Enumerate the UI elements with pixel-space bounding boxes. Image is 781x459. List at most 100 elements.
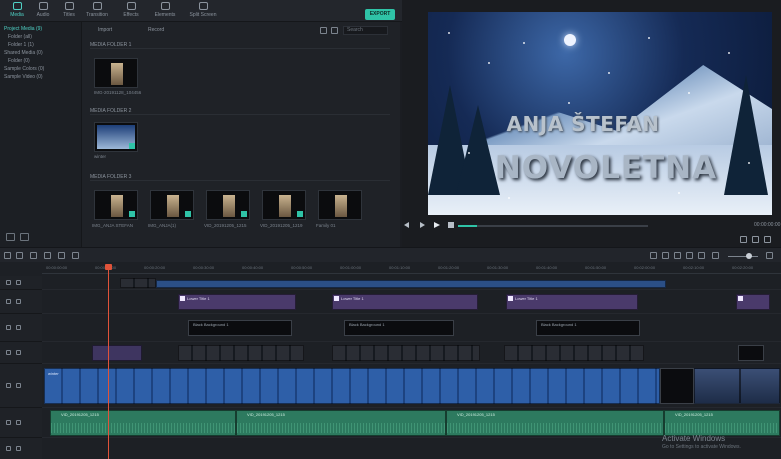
speaker-icon[interactable]: [16, 445, 21, 451]
filter-icon[interactable]: [320, 27, 327, 34]
timeline-clip[interactable]: [504, 345, 644, 361]
tab-effects[interactable]: Effects: [116, 2, 146, 21]
sidebar-item-sample-video[interactable]: Sample Video (0): [4, 74, 80, 81]
skip-back-icon[interactable]: [404, 222, 409, 228]
title-icon: [180, 296, 185, 301]
title-icon: [334, 296, 339, 301]
video-clip[interactable]: winter: [44, 368, 660, 404]
media-thumbnail[interactable]: [94, 122, 138, 152]
eye-icon[interactable]: [16, 349, 21, 355]
lock-icon[interactable]: [6, 382, 11, 388]
video-clip[interactable]: [740, 368, 780, 404]
time-ruler[interactable]: 00:00:00:0000:00:10:0000:00:20:0000:00:3…: [42, 264, 781, 274]
lock-icon[interactable]: [6, 349, 11, 355]
microphone-icon[interactable]: [686, 252, 693, 259]
lock-icon[interactable]: [6, 419, 11, 425]
crop-icon[interactable]: [58, 252, 65, 259]
delete-folder-icon[interactable]: [20, 233, 29, 241]
tab-elements[interactable]: Elements: [150, 2, 180, 21]
media-thumbnail[interactable]: [206, 190, 250, 220]
media-thumbnail[interactable]: [262, 190, 306, 220]
track-header: [0, 342, 42, 364]
audio-clip[interactable]: VID_20191205_1215: [446, 410, 664, 436]
render-icon[interactable]: [650, 252, 657, 259]
undo-icon[interactable]: [4, 252, 11, 259]
preview-viewer[interactable]: ANJA ŠTEFAN NOVOLETNA: [428, 12, 772, 215]
sidebar-item-folder-all[interactable]: Folder (all): [8, 34, 84, 41]
timeline-clip[interactable]: [92, 345, 142, 361]
volume-icon[interactable]: [752, 236, 759, 243]
timeline-clip[interactable]: [120, 278, 156, 288]
eye-icon[interactable]: [16, 324, 21, 330]
lock-icon[interactable]: [6, 324, 11, 330]
folder-header[interactable]: MEDIA FOLDER 3: [90, 174, 390, 181]
timeline-clip[interactable]: [332, 345, 480, 361]
lock-icon[interactable]: [6, 445, 11, 451]
black-background-clip[interactable]: Black Background 1: [188, 320, 292, 336]
zoom-out-icon[interactable]: [712, 252, 719, 259]
audio-clip[interactable]: VID_20191205_1215: [664, 410, 780, 436]
playback-scrubber[interactable]: [458, 225, 648, 227]
media-thumbnail[interactable]: [94, 58, 138, 88]
sidebar-item-sample-colors[interactable]: Sample Colors (0): [4, 66, 80, 73]
shield-icon[interactable]: [674, 252, 681, 259]
folder-header[interactable]: MEDIA FOLDER 2: [90, 108, 390, 115]
sidebar-item-folder-1[interactable]: Folder 1 (1): [8, 42, 84, 49]
timeline-clip[interactable]: [156, 280, 666, 288]
add-folder-icon[interactable]: [6, 233, 15, 241]
tab-titles[interactable]: Titles: [54, 2, 84, 21]
zoom-slider[interactable]: [728, 256, 758, 257]
cut-icon[interactable]: [44, 252, 51, 259]
library-toolbar: Import Record Search: [86, 26, 396, 36]
sidebar-item-folder[interactable]: Folder (0): [8, 58, 84, 65]
title-clip[interactable]: Lower Title 1: [506, 294, 638, 310]
sidebar-item-project-media[interactable]: Project Media (9): [4, 26, 80, 33]
play-icon[interactable]: [434, 222, 440, 228]
timeline-clip[interactable]: [178, 345, 304, 361]
import-dropdown[interactable]: Import: [98, 26, 112, 35]
folder-header[interactable]: MEDIA FOLDER 1: [90, 42, 390, 49]
check-icon: [129, 143, 135, 149]
marker-icon[interactable]: [662, 252, 669, 259]
video-clip[interactable]: [660, 368, 694, 404]
speaker-icon[interactable]: [16, 419, 21, 425]
tab-split-screen[interactable]: Split Screen: [188, 2, 218, 21]
black-background-clip[interactable]: Black Background 1: [344, 320, 454, 336]
audio-clip[interactable]: VID_20191205_1215: [236, 410, 446, 436]
title-clip[interactable]: Lower Title 1: [332, 294, 478, 310]
media-thumbnail[interactable]: [94, 190, 138, 220]
lock-icon[interactable]: [6, 279, 11, 285]
eye-icon[interactable]: [16, 279, 21, 285]
lock-icon[interactable]: [6, 298, 11, 304]
tab-transition[interactable]: Transition: [82, 2, 112, 21]
redo-icon[interactable]: [16, 252, 23, 259]
audio-clip[interactable]: VID_20191205_1215: [50, 410, 236, 436]
zoom-slider-knob[interactable]: [746, 253, 752, 259]
grid-view-icon[interactable]: [331, 27, 338, 34]
playhead-handle[interactable]: [105, 264, 112, 270]
clip-label: VID_20191205_1215: [61, 412, 99, 417]
record-dropdown[interactable]: Record: [148, 26, 164, 35]
timecode: 00:00:00:00: [754, 222, 781, 228]
eye-icon[interactable]: [16, 382, 21, 388]
export-button[interactable]: EXPORT: [365, 9, 395, 20]
title-clip[interactable]: [736, 294, 770, 310]
mixer-icon[interactable]: [698, 252, 705, 259]
eye-icon[interactable]: [16, 298, 21, 304]
fullscreen-icon[interactable]: [764, 236, 771, 243]
video-clip[interactable]: [694, 368, 740, 404]
zoom-in-icon[interactable]: [766, 252, 773, 259]
stop-icon[interactable]: [448, 222, 454, 228]
media-thumbnail[interactable]: [150, 190, 194, 220]
media-thumbnail[interactable]: [318, 190, 362, 220]
timeline-clip[interactable]: [738, 345, 764, 361]
black-background-clip[interactable]: Black Background 1: [536, 320, 640, 336]
title-clip[interactable]: Lower Title 1: [178, 294, 296, 310]
delete-icon[interactable]: [30, 252, 37, 259]
search-input[interactable]: Search: [343, 26, 388, 35]
sidebar-item-shared-media[interactable]: Shared Media (0): [4, 50, 80, 57]
snapshot-icon[interactable]: [740, 236, 747, 243]
step-icon[interactable]: [420, 222, 425, 228]
speed-icon[interactable]: [72, 252, 79, 259]
playhead[interactable]: [108, 264, 109, 459]
